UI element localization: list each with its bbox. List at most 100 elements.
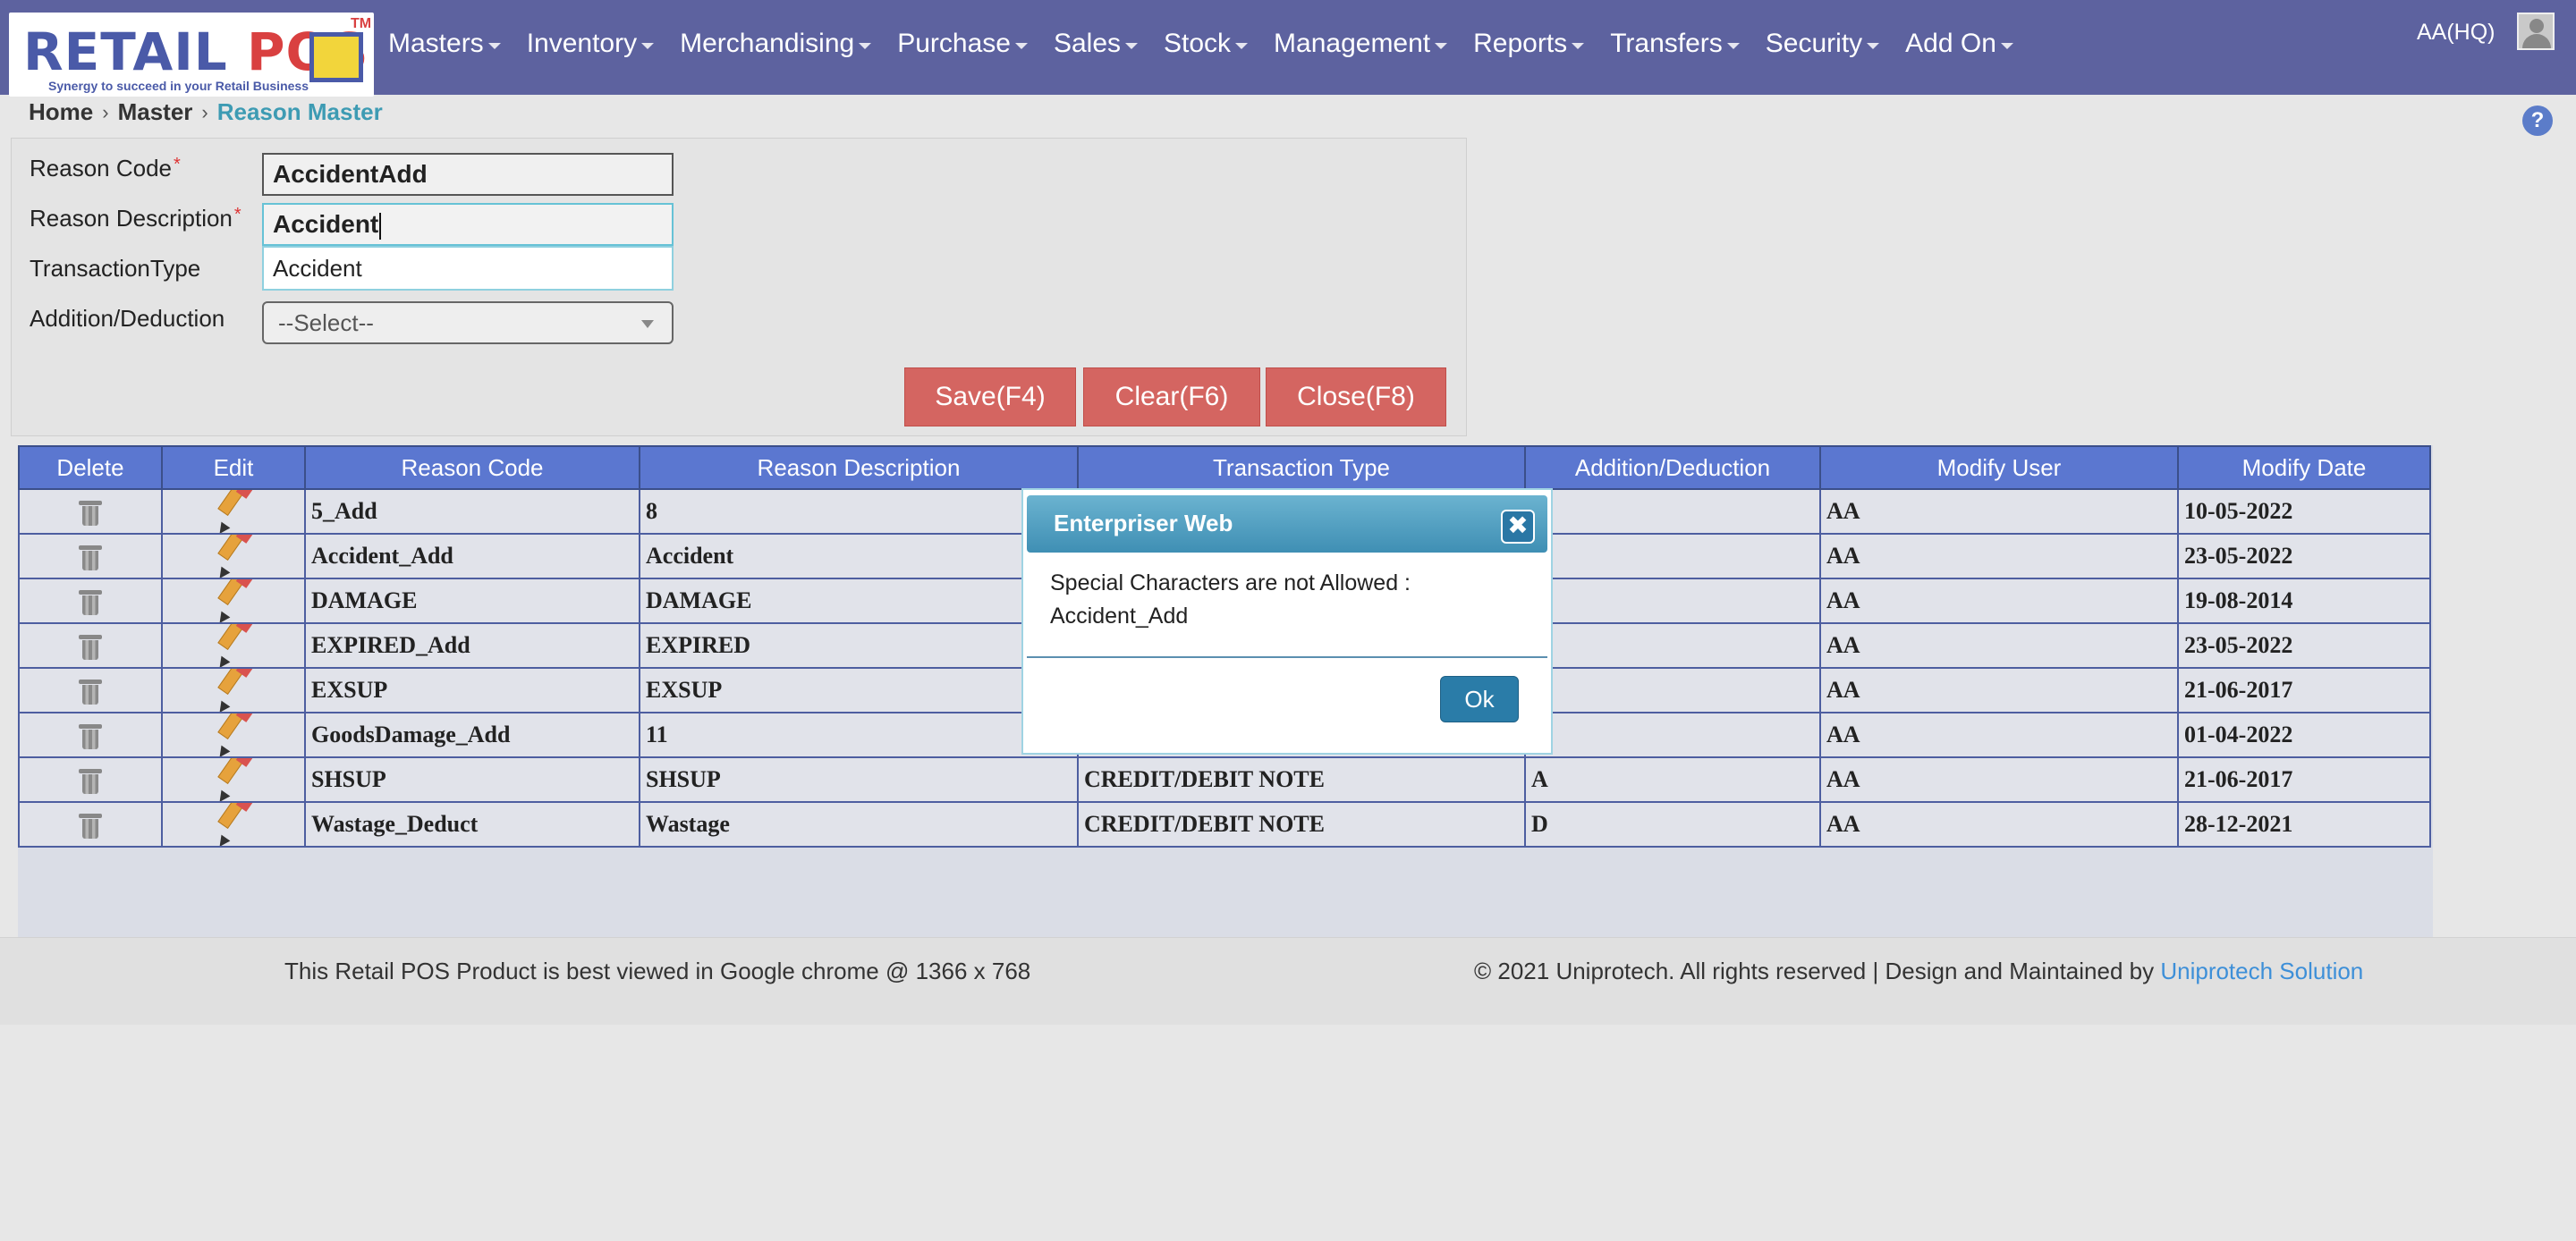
menu-security[interactable]: Security (1766, 29, 1880, 59)
delete-cell (18, 622, 163, 669)
pencil-icon[interactable] (214, 625, 253, 666)
user-label[interactable]: AA(HQ) (2417, 20, 2496, 46)
trash-icon[interactable] (79, 768, 102, 794)
reason-code-cell: SHSUP (304, 756, 640, 803)
table-row[interactable]: Wastage_Deduct Wastage CREDIT/DEBIT NOTE D A… (18, 801, 2431, 848)
trash-icon[interactable] (79, 589, 102, 615)
pencil-icon[interactable] (214, 714, 253, 756)
column-header-modify-user[interactable]: Modify User (1819, 445, 2179, 490)
help-icon[interactable]: ? (2522, 106, 2553, 136)
trash-icon[interactable] (79, 813, 102, 839)
reason-description-cell: DAMAGE (639, 578, 1079, 624)
menu-label: Merchandising (680, 29, 855, 58)
addition-deduction-select[interactable]: --Select-- (262, 301, 674, 344)
menu-purchase[interactable]: Purchase (897, 29, 1028, 59)
select-arrow-icon (641, 320, 654, 328)
breadcrumb-separator-icon: › (102, 100, 109, 123)
autocomplete-option[interactable]: Accident (262, 246, 674, 291)
logo-tm: TM (351, 16, 372, 31)
menu-reports[interactable]: Reports (1473, 29, 1585, 59)
menu-stock[interactable]: Stock (1164, 29, 1249, 59)
column-header-reason-description[interactable]: Reason Description (639, 445, 1079, 490)
clear-button[interactable]: Clear(F6) (1083, 367, 1260, 426)
reason-code-input[interactable]: AccidentAdd (262, 153, 674, 196)
reason-code-label: Reason Code * (30, 155, 181, 182)
save-button[interactable]: Save(F4) (904, 367, 1076, 426)
trash-icon[interactable] (79, 679, 102, 705)
breadcrumb-home[interactable]: Home (29, 98, 93, 126)
modify-date-cell: 10-05-2022 (2177, 488, 2431, 535)
breadcrumb-separator-icon: › (201, 100, 208, 123)
delete-cell (18, 533, 163, 579)
menu-sales[interactable]: Sales (1054, 29, 1138, 59)
pencil-icon[interactable] (214, 536, 253, 577)
menu-inventory[interactable]: Inventory (527, 29, 655, 59)
column-header-delete[interactable]: Delete (18, 445, 163, 490)
addition-deduction-selected: --Select-- (278, 309, 374, 336)
column-header-reason-code[interactable]: Reason Code (304, 445, 640, 490)
reason-description-cell: SHSUP (639, 756, 1079, 803)
user-avatar-icon[interactable] (2517, 13, 2555, 50)
edit-cell (161, 801, 306, 848)
menu-label: Management (1274, 29, 1431, 58)
dialog-divider (1027, 656, 1547, 658)
trash-icon[interactable] (79, 634, 102, 660)
retail-pos-logo[interactable]: RETAIL POS TM Synergy to succeed in your… (9, 13, 374, 97)
dialog-title: Enterpriser Web (1054, 510, 1233, 536)
pencil-icon[interactable] (214, 491, 253, 532)
modify-date-cell: 23-05-2022 (2177, 622, 2431, 669)
trash-icon[interactable] (79, 500, 102, 526)
top-navbar: RETAIL POS TM Synergy to succeed in your… (0, 0, 2576, 97)
pencil-icon[interactable] (214, 804, 253, 845)
column-header-modify-date[interactable]: Modify Date (2177, 445, 2431, 490)
pencil-icon[interactable] (214, 759, 253, 800)
addition-deduction-cell (1524, 533, 1821, 579)
column-header-edit[interactable]: Edit (161, 445, 306, 490)
table-row[interactable]: SHSUP SHSUP CREDIT/DEBIT NOTE A AA 21-06-2017 (18, 756, 2431, 803)
reason-description-cell: Wastage (639, 801, 1079, 848)
delete-cell (18, 712, 163, 758)
menu-management[interactable]: Management (1274, 29, 1448, 59)
addition-deduction-cell (1524, 578, 1821, 624)
menu-masters[interactable]: Masters (388, 29, 501, 59)
menu-label: Masters (388, 29, 484, 58)
reason-description-cell: EXSUP (639, 667, 1079, 713)
pencil-icon[interactable] (214, 670, 253, 711)
reason-master-form: Reason Code * AccidentAdd Reason Descript… (11, 138, 1467, 436)
reason-code-cell: EXPIRED_Add (304, 622, 640, 669)
pencil-icon[interactable] (214, 580, 253, 621)
column-header-addition-deduction[interactable]: Addition/Deduction (1524, 445, 1821, 490)
addition-deduction-cell: A (1524, 756, 1821, 803)
modify-date-cell: 21-06-2017 (2177, 756, 2431, 803)
breadcrumb: Home › Master › Reason Master (29, 98, 383, 126)
trash-icon[interactable] (79, 723, 102, 749)
breadcrumb-master[interactable]: Master (118, 98, 193, 126)
close-icon[interactable]: ✖ (1501, 510, 1535, 544)
modify-user-cell: AA (1819, 533, 2179, 579)
transaction-type-cell: CREDIT/DEBIT NOTE (1077, 756, 1526, 803)
ok-button[interactable]: Ok (1440, 676, 1519, 722)
addition-deduction-cell (1524, 488, 1821, 535)
footer-copyright: © 2021 Uniprotech. All rights reserved |… (1474, 958, 2363, 985)
menu-transfers[interactable]: Transfers (1610, 29, 1740, 59)
footer-company-link[interactable]: Uniprotech Solution (2160, 958, 2363, 984)
grid-header-row: Delete Edit Reason Code Reason Description T… (18, 445, 2431, 490)
delete-cell (18, 578, 163, 624)
caret-down-icon (1726, 42, 1740, 49)
close-button[interactable]: Close(F8) (1266, 367, 1446, 426)
reason-description-input[interactable]: Accident (262, 203, 674, 246)
menu-label: Add On (1905, 29, 1996, 58)
menu-add-on[interactable]: Add On (1905, 29, 2013, 59)
required-mark: * (174, 155, 181, 174)
modify-user-cell: AA (1819, 622, 2179, 669)
caret-down-icon (487, 42, 501, 49)
reason-code-cell: 5_Add (304, 488, 640, 535)
edit-cell (161, 667, 306, 713)
menu-merchandising[interactable]: Merchandising (680, 29, 872, 59)
addition-deduction-cell (1524, 667, 1821, 713)
modify-user-cell: AA (1819, 578, 2179, 624)
trash-icon[interactable] (79, 545, 102, 570)
footer-copyright-text: © 2021 Uniprotech. All rights reserved |… (1474, 958, 2155, 984)
modify-user-cell: AA (1819, 801, 2179, 848)
column-header-transaction-type[interactable]: Transaction Type (1077, 445, 1526, 490)
